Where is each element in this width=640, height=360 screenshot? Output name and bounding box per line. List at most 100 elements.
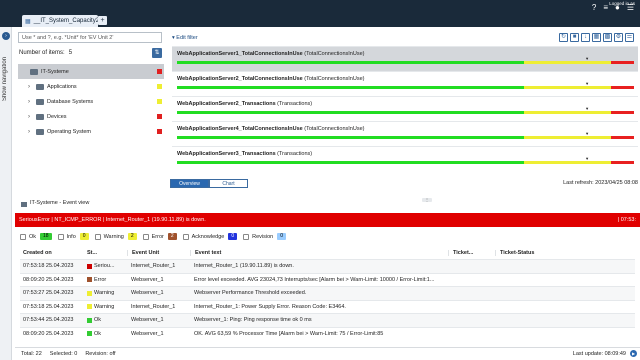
status-text: Warning [94, 290, 115, 297]
filter-acknowledge[interactable]: Acknowledge 0 [182, 233, 238, 240]
tab-it-system-capacity[interactable]: ▦ __IT_System_Capacity2 ✕ [22, 15, 106, 27]
event-view-title: IT-Systeme - Event view [30, 200, 90, 206]
text-cell: Internet_Router_1: Power Supply Error. R… [194, 303, 346, 310]
help-icon[interactable]: ? [592, 3, 596, 12]
table-row[interactable]: 07:53:18 25.04.2023 Warning Internet_Route… [20, 299, 635, 314]
tree: IT-Systeme › Applications › Database Systems… [18, 64, 164, 139]
alert-text: SeriousError | NT_ICMP_ERROR | Internet_… [19, 217, 206, 223]
play-icon[interactable]: ▶ [630, 350, 637, 357]
bar-row[interactable]: WebApplicationServer2_TotalConnectionsIn… [172, 71, 638, 96]
bar-row[interactable]: WebApplicationServer1_TotalConnectionsIn… [172, 46, 638, 71]
event-table: Created on St... Event Unit Event text Ticke… [20, 247, 635, 340]
filter-ok[interactable]: Ok 18 [20, 233, 52, 240]
bar-row[interactable]: WebApplicationServer3_Transactions (Tran… [172, 146, 638, 171]
settings-icon[interactable]: ⚙ [614, 33, 623, 42]
text-cell: Internet_Router_1 (19.90.11.89) is down. [194, 263, 294, 270]
table-icon[interactable]: ▦ [592, 33, 601, 42]
bar-list: WebApplicationServer1_TotalConnectionsIn… [172, 46, 638, 171]
filter-label: Acknowledge [191, 233, 225, 240]
error-segment [611, 161, 634, 164]
checkbox[interactable] [182, 233, 189, 240]
list-icon[interactable]: ☰ [625, 33, 634, 42]
tab-overview[interactable]: Overview [170, 179, 209, 188]
notifications-icon[interactable]: ≡ [603, 3, 608, 12]
unit-cell: Webserver_1 [131, 276, 164, 283]
save-icon[interactable]: ■ [570, 33, 579, 42]
column-header[interactable]: Event text [190, 250, 448, 256]
show-navigation-label[interactable]: Show navigation [2, 57, 8, 101]
column-header[interactable]: Ticket-Status [495, 250, 595, 256]
tree-item-label: Devices [47, 113, 67, 120]
add-tab-button[interactable]: + [98, 16, 107, 25]
column-header[interactable]: Ticket... [448, 250, 495, 256]
selected-count: Selected: 0 [49, 350, 78, 357]
threshold-bar: ▼ [177, 81, 634, 89]
refresh-icon[interactable]: ↻ [559, 33, 568, 42]
ok-segment [177, 86, 525, 89]
bar-row[interactable]: WebApplicationServer2_Transactions (Tran… [172, 96, 638, 121]
unit-cell: Webserver_1 [131, 330, 164, 337]
bar-name: WebApplicationServer2_TotalConnectionsIn… [177, 76, 303, 82]
checkbox[interactable] [57, 233, 64, 240]
tree-item[interactable]: › Applications [18, 79, 164, 94]
bar-sub: (Transactions) [277, 151, 313, 157]
unit-cell: Internet_Router_1 [131, 263, 176, 270]
checkbox[interactable] [243, 233, 250, 240]
status-indicator [157, 114, 162, 119]
table-row[interactable]: 08:09:20 25.04.2023 Ok Webserver_1 OK. AVG … [20, 326, 635, 341]
bar-row[interactable]: WebApplicationServer4_TotalConnectionsIn… [172, 121, 638, 146]
table-row[interactable]: 07:53:18 25.04.2023 Seriou... Internet_Rou… [20, 259, 635, 273]
value-marker-icon: ▼ [585, 56, 590, 61]
checkbox[interactable] [142, 233, 149, 240]
chevron-right-icon[interactable]: › [28, 99, 36, 105]
filter-label: Error [151, 233, 164, 240]
bar-chart-icon[interactable]: ▩ [603, 33, 612, 42]
status-swatch [87, 331, 92, 337]
filter-error[interactable]: Error 2 [142, 233, 177, 240]
checkbox[interactable] [94, 233, 101, 240]
tree-item[interactable]: › Database Systems [18, 94, 164, 109]
status-cell: Ok [87, 317, 127, 323]
chevron-right-icon[interactable]: › [28, 84, 36, 90]
chevron-right-icon[interactable]: › [28, 129, 36, 135]
checkbox[interactable] [20, 233, 26, 240]
status-cell: Warning [87, 304, 127, 310]
tree-item-label: Applications [47, 83, 77, 90]
view-toolbar: ↻ ■ ↓ ▦ ▩ ⚙ ☰ [559, 33, 634, 42]
threshold-bar: ▼ [177, 156, 634, 164]
tree-filter-input[interactable]: Use * and ?, e.g. *Unit* for 'EV Unit 2' [18, 32, 162, 43]
chevron-right-icon[interactable]: › [28, 114, 36, 120]
ok-segment [177, 161, 525, 164]
column-header[interactable]: Event Unit [127, 250, 190, 256]
alert-banner[interactable]: SeriousError | NT_ICMP_ERROR | Internet_… [15, 213, 640, 227]
system-icon [36, 98, 44, 105]
status-indicator [157, 69, 162, 74]
text-cell: Webserver Performance Threshold exceeded… [194, 290, 307, 297]
filter-label: Revision [252, 233, 274, 240]
tree-item[interactable]: IT-Systeme [18, 64, 164, 79]
show-navigation-button[interactable]: › [2, 32, 10, 40]
tab-label: __IT_System_Capacity2 [33, 18, 100, 24]
table-row[interactable]: 07:53:27 25.04.2023 Warning Webserver_1 Web… [20, 286, 635, 300]
tree-item[interactable]: › Operating System [18, 124, 164, 139]
table-row[interactable]: 07:53:44 25.04.2023 Ok Webserver_1 Webserve… [20, 313, 635, 327]
tree-settings-button[interactable]: ⇅ [152, 48, 162, 58]
tree-item[interactable]: › Devices [18, 109, 164, 124]
threshold-bar: ▼ [177, 56, 634, 64]
filter-revision[interactable]: Revision 0 [243, 233, 287, 240]
value-marker-icon: ▼ [585, 81, 590, 86]
bar-sub: (TotalConnectionsInUse) [304, 126, 365, 132]
tab-chart[interactable]: Chart [209, 179, 248, 188]
status-text: Seriou... [94, 263, 115, 270]
bar-name: WebApplicationServer1_TotalConnectionsIn… [177, 51, 303, 57]
filter-info[interactable]: Info 0 [57, 233, 89, 240]
edit-filter-link[interactable]: ▾ Edit filter [172, 35, 198, 41]
column-header[interactable]: Created on [20, 250, 87, 256]
filter-warning[interactable]: Warning 2 [94, 233, 137, 240]
edit-filter-label: Edit filter [176, 35, 198, 41]
export-icon[interactable]: ↓ [581, 33, 590, 42]
status-cell: Seriou... [87, 263, 127, 269]
table-row[interactable]: 08:09:20 25.04.2023 Error Webserver_1 Error… [20, 272, 635, 287]
column-header[interactable]: St... [87, 250, 127, 256]
status-bar: Total: 22 Selected: 0 Revision: off Last… [15, 347, 640, 359]
